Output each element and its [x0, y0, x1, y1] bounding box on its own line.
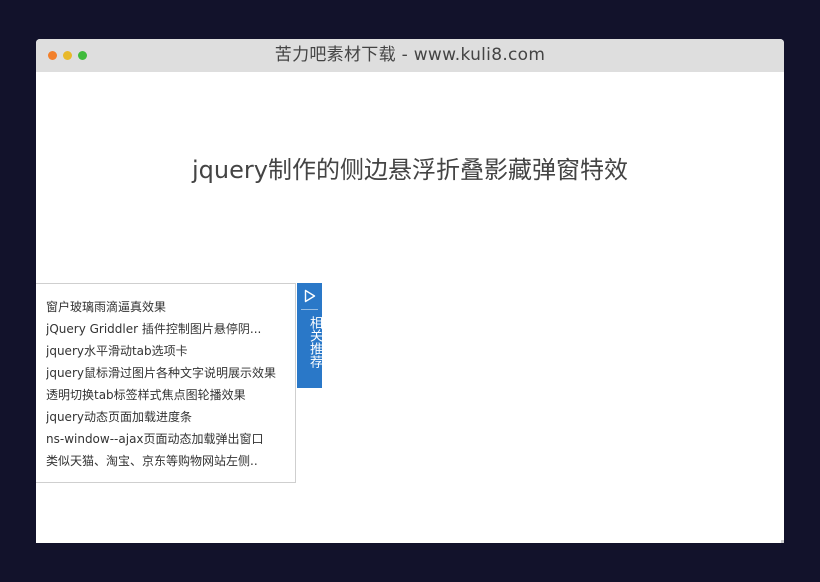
recommendation-link[interactable]: 类似天猫、淘宝、京东等购物网站左侧..: [46, 454, 258, 468]
recommendation-link[interactable]: jquery水平滑动tab选项卡: [46, 344, 188, 358]
resize-handle[interactable]: [781, 540, 784, 543]
browser-window: 苦力吧素材下载 - www.kuli8.com jquery制作的侧边悬浮折叠影…: [36, 39, 784, 543]
page-heading: jquery制作的侧边悬浮折叠影藏弹窗特效: [192, 156, 628, 184]
recommendation-list: 窗户玻璃雨滴逼真效果 jQuery Griddler 插件控制图片悬停阴... …: [36, 284, 295, 472]
recommendation-link[interactable]: jquery动态页面加载进度条: [46, 410, 192, 424]
recommendation-panel: 窗户玻璃雨滴逼真效果 jQuery Griddler 插件控制图片悬停阴... …: [36, 283, 296, 483]
recommendation-link[interactable]: jQuery Griddler 插件控制图片悬停阴...: [46, 322, 261, 336]
recommendation-link[interactable]: 透明切换tab标签样式焦点图轮播效果: [46, 388, 246, 402]
list-item[interactable]: jquery动态页面加载进度条: [46, 406, 295, 428]
window-titlebar: 苦力吧素材下载 - www.kuli8.com: [36, 39, 784, 72]
tab-divider: [301, 309, 318, 310]
list-item[interactable]: jquery鼠标滑过图片各种文字说明展示效果: [46, 362, 295, 384]
list-item[interactable]: jQuery Griddler 插件控制图片悬停阴...: [46, 318, 295, 340]
list-item[interactable]: ns-window--ajax页面动态加载弹出窗口: [46, 428, 295, 450]
recommendation-link[interactable]: 窗户玻璃雨滴逼真效果: [46, 300, 166, 314]
window-title: 苦力吧素材下载 - www.kuli8.com: [274, 45, 546, 65]
list-item[interactable]: 透明切换tab标签样式焦点图轮播效果: [46, 384, 295, 406]
list-item[interactable]: jquery水平滑动tab选项卡: [46, 340, 295, 362]
play-triangle-icon[interactable]: [297, 286, 322, 306]
tab-label: 相关推荐: [307, 316, 322, 368]
recommendation-link[interactable]: ns-window--ajax页面动态加载弹出窗口: [46, 432, 264, 446]
list-item[interactable]: 窗户玻璃雨滴逼真效果: [46, 296, 295, 318]
list-item[interactable]: 类似天猫、淘宝、京东等购物网站左侧..: [46, 450, 295, 472]
recommendation-link[interactable]: jquery鼠标滑过图片各种文字说明展示效果: [46, 366, 276, 380]
panel-toggle-tab[interactable]: 相关推荐: [297, 283, 322, 388]
page-content: jquery制作的侧边悬浮折叠影藏弹窗特效 窗户玻璃雨滴逼真效果 jQuery …: [36, 72, 784, 543]
